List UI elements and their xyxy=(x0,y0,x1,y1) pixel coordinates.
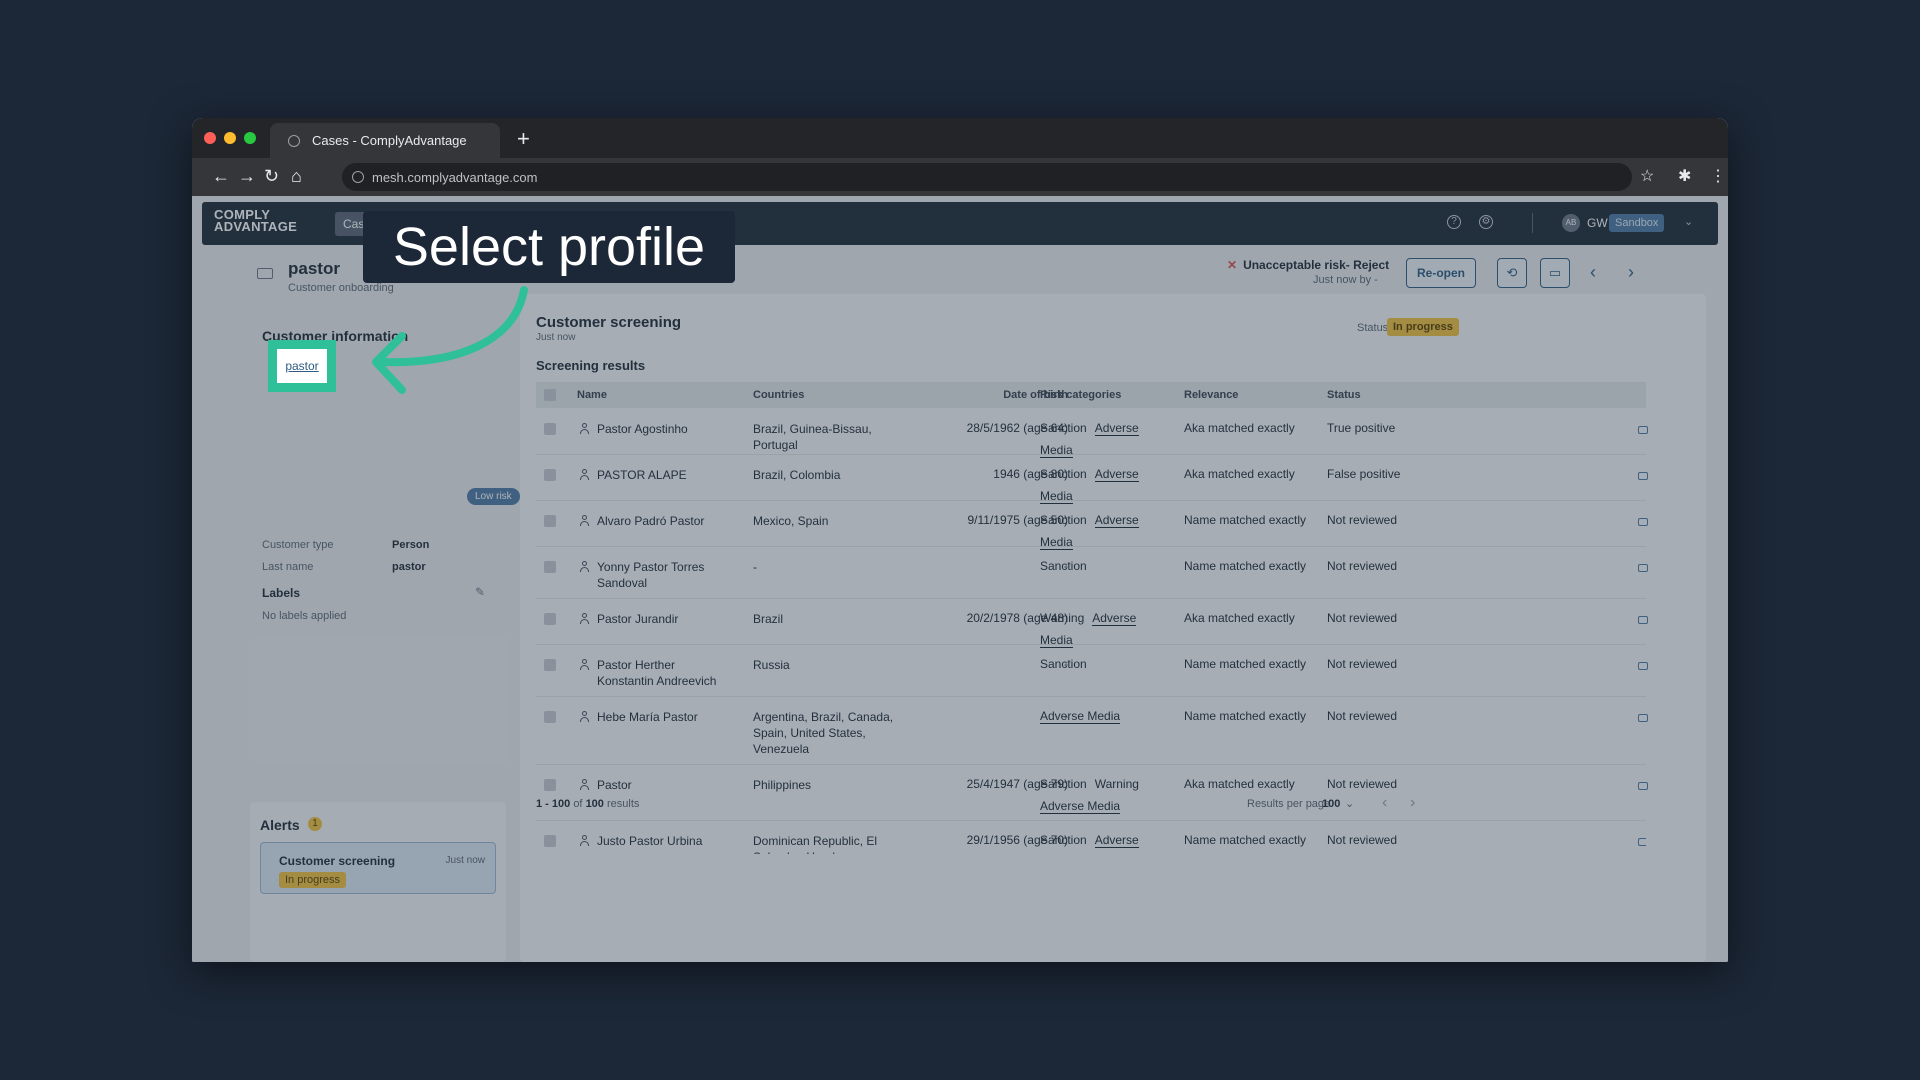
pointer-arrow-icon xyxy=(372,286,528,394)
